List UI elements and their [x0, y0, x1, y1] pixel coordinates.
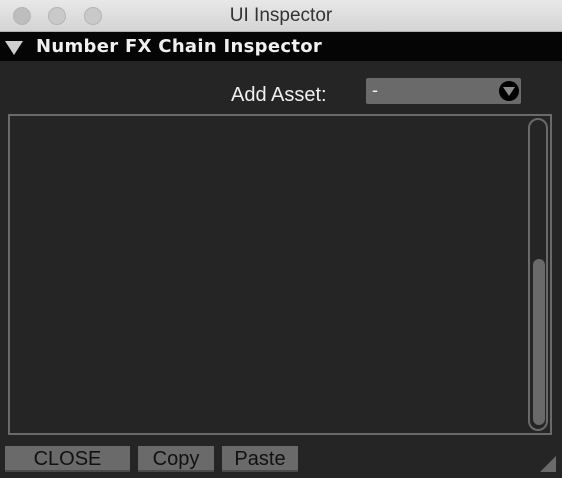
add-asset-selected-value: -	[372, 80, 378, 100]
asset-list[interactable]	[8, 114, 552, 435]
title-bar[interactable]: UI Inspector	[0, 0, 562, 32]
ui-inspector-window: UI Inspector Number FX Chain Inspector A…	[0, 0, 562, 478]
add-asset-dropdown[interactable]: -	[366, 78, 521, 104]
section-title: Number FX Chain Inspector	[36, 36, 323, 57]
copy-button[interactable]: Copy	[138, 446, 214, 472]
window-title: UI Inspector	[229, 5, 333, 26]
section-header[interactable]: Number FX Chain Inspector	[0, 32, 562, 61]
chevron-down-circle-icon	[499, 81, 519, 101]
resize-grip-icon[interactable]	[540, 456, 556, 472]
scrollbar-thumb[interactable]	[533, 259, 545, 425]
close-button[interactable]: CLOSE	[5, 446, 130, 472]
triangle-down-icon[interactable]	[5, 41, 23, 55]
add-asset-label: Add Asset:	[231, 84, 327, 106]
paste-button[interactable]: Paste	[222, 446, 298, 472]
